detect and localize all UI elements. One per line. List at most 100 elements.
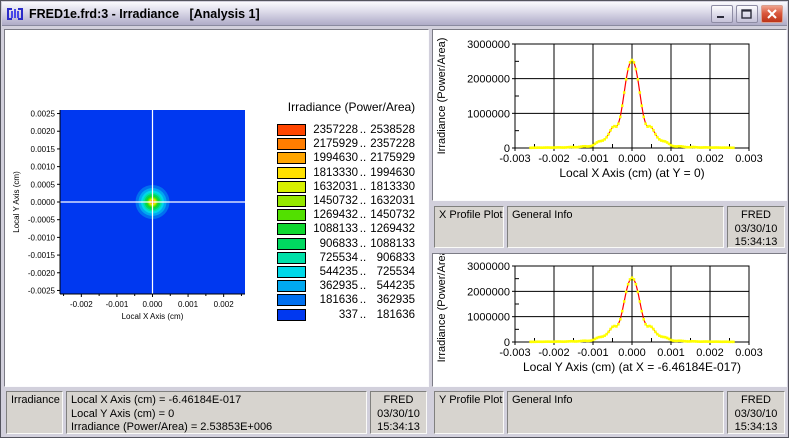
- y-tick-label: 2000000: [467, 286, 510, 298]
- x-tick-label: -0.002: [538, 153, 569, 165]
- y-axis-label: Irradiance (Power/Area): [436, 38, 448, 155]
- y-tick-label: 3000000: [467, 39, 510, 51]
- legend-range-low: 2357228: [313, 124, 358, 137]
- legend-range-high: 544235: [376, 280, 415, 293]
- y-profile-status-bar: Y Profile Plot General Info FRED 03/30/1…: [432, 389, 787, 436]
- close-icon: [767, 8, 777, 19]
- legend-range-separator: ..: [359, 237, 367, 250]
- y-tick-label: 3000000: [467, 261, 510, 273]
- legend-range-separator: ..: [359, 308, 367, 321]
- status-title-cell: X Profile Plot: [434, 206, 504, 248]
- minimize-button[interactable]: [711, 4, 733, 23]
- legend-swatch: [277, 152, 306, 165]
- data-marker: [609, 129, 612, 132]
- x-tick-label: -0.002: [538, 347, 569, 359]
- legend-range-high: 906833: [376, 251, 415, 264]
- legend-swatch: [277, 237, 306, 250]
- y-axis-label: Irradiance (Power/Area): [436, 254, 448, 362]
- legend-range-separator: ..: [359, 152, 367, 165]
- legend-swatch: [277, 166, 306, 179]
- legend-range-high: 1813330: [370, 180, 415, 193]
- data-marker: [640, 309, 644, 313]
- x-tick-label: -0.001: [577, 347, 608, 359]
- legend-range-high: 1269432: [370, 223, 415, 236]
- data-marker: [620, 309, 624, 313]
- data-marker: [644, 122, 647, 126]
- data-marker: [640, 104, 644, 108]
- data-marker: [622, 300, 626, 303]
- irradiance-map-panel[interactable]: -0.002 -0.001 0.000 0.001 0.002 0.0025 0.0020 0…: [4, 29, 429, 387]
- legend-row: 2175929.. 2357228: [277, 137, 426, 151]
- x-tick-label: 0.002: [214, 300, 235, 309]
- legend-row: 2357228.. 2538528: [277, 123, 426, 137]
- fred-analysis-window: FRED1e.frd:3 - Irradiance [Analysis 1] -…: [0, 0, 789, 438]
- legend-range-low: 544235: [319, 265, 358, 278]
- data-marker: [732, 146, 735, 150]
- legend-range-high: 1088133: [370, 237, 415, 250]
- readout-local-x: Local X Axis (cm) = -6.46184E-017: [71, 394, 242, 406]
- x-axis-label: Local X Axis (cm) (at Y = 0): [559, 166, 704, 180]
- general-info: General Info: [512, 209, 573, 221]
- legend-range-low: 906833: [319, 237, 358, 250]
- legend-row: 1632031.. 1813330: [277, 180, 426, 194]
- legend-swatch: [277, 195, 306, 208]
- status-title-cell: Irradiance: [6, 391, 63, 434]
- legend-range-high: 725534: [376, 265, 415, 278]
- legend-swatch: [277, 124, 306, 137]
- y-tick-label: 0.0005: [31, 180, 56, 189]
- data-marker: [605, 135, 608, 139]
- legend-range-separator: ..: [359, 280, 367, 293]
- close-button[interactable]: [761, 4, 783, 23]
- data-marker: [634, 67, 638, 71]
- legend-range-separator: ..: [359, 138, 367, 151]
- app-name: FRED: [383, 394, 414, 406]
- x-tick-label: 0.002: [696, 153, 724, 165]
- legend-range-separator: ..: [359, 195, 367, 208]
- legend-row: 337.. 181636: [277, 307, 426, 321]
- data-marker: [630, 58, 634, 62]
- legend-range-low: 1994630: [313, 152, 358, 165]
- app-name: FRED: [741, 209, 771, 221]
- app-stamp-cell: FRED 03/30/10 15:34:13: [727, 206, 785, 248]
- data-marker: [617, 322, 620, 326]
- y-tick-label: -0.0025: [28, 286, 56, 295]
- x-profile-chart[interactable]: -0.003 -0.002 -0.001 0.000 0.001 0.002 0.00301…: [433, 30, 786, 200]
- data-marker: [732, 340, 735, 344]
- x-tick-label: 0.002: [696, 347, 724, 359]
- legend-range-low: 1632031: [313, 180, 358, 193]
- data-marker: [650, 125, 653, 129]
- y-tick-label: 1000000: [467, 108, 510, 120]
- data-marker: [650, 325, 653, 329]
- irradiance-legend: Irradiance (Power/Area) 2357228.. 2538528…: [277, 100, 426, 322]
- x-tick-label: -0.002: [70, 300, 93, 309]
- y-profile-panel[interactable]: -0.003 -0.002 -0.001 0.000 0.001 0.002 0.003 0 1…: [432, 246, 787, 387]
- legend-title: Irradiance (Power/Area): [287, 100, 416, 114]
- data-marker: [626, 282, 630, 286]
- y-profile-chart[interactable]: -0.003 -0.002 -0.001 0.000 0.001 0.002 0.00301…: [433, 246, 786, 386]
- x-profile-panel[interactable]: -0.003 -0.002 -0.001 0.000 0.001 0.002 0.003 0 1…: [432, 29, 787, 201]
- app-icon[interactable]: [6, 6, 24, 22]
- data-marker: [652, 327, 655, 331]
- legend-range-low: 1450732: [313, 195, 358, 208]
- legend-range-low: 725534: [319, 251, 358, 264]
- general-info-cell: General Info: [507, 206, 724, 248]
- x-tick-label: 0.001: [657, 347, 685, 359]
- legend-range-low: 1813330: [313, 166, 358, 179]
- legend-range-high: 2175929: [370, 152, 415, 165]
- x-tick-label: -0.001: [106, 300, 129, 309]
- y-tick-label: 0: [504, 337, 510, 349]
- title-bar[interactable]: FRED1e.frd:3 - Irradiance [Analysis 1]: [2, 2, 787, 26]
- legend-range-high: 1632031: [370, 195, 415, 208]
- legend-row: 181636.. 362935: [277, 293, 426, 307]
- maximize-button[interactable]: [736, 4, 758, 23]
- y-tick-label: 2000000: [467, 74, 510, 86]
- legend-swatch: [277, 265, 306, 278]
- legend-row: 906833.. 1088133: [277, 237, 426, 251]
- x-tick-label: 0.000: [618, 153, 646, 165]
- legend-row: 1088133.. 1269432: [277, 222, 426, 236]
- data-marker: [634, 282, 638, 286]
- data-marker: [605, 332, 608, 336]
- x-profile-status-bar: X Profile Plot General Info FRED 03/30/1…: [432, 204, 787, 250]
- legend-range-separator: ..: [359, 166, 367, 179]
- readout-local-y: Local Y Axis (cm) = 0: [71, 407, 175, 420]
